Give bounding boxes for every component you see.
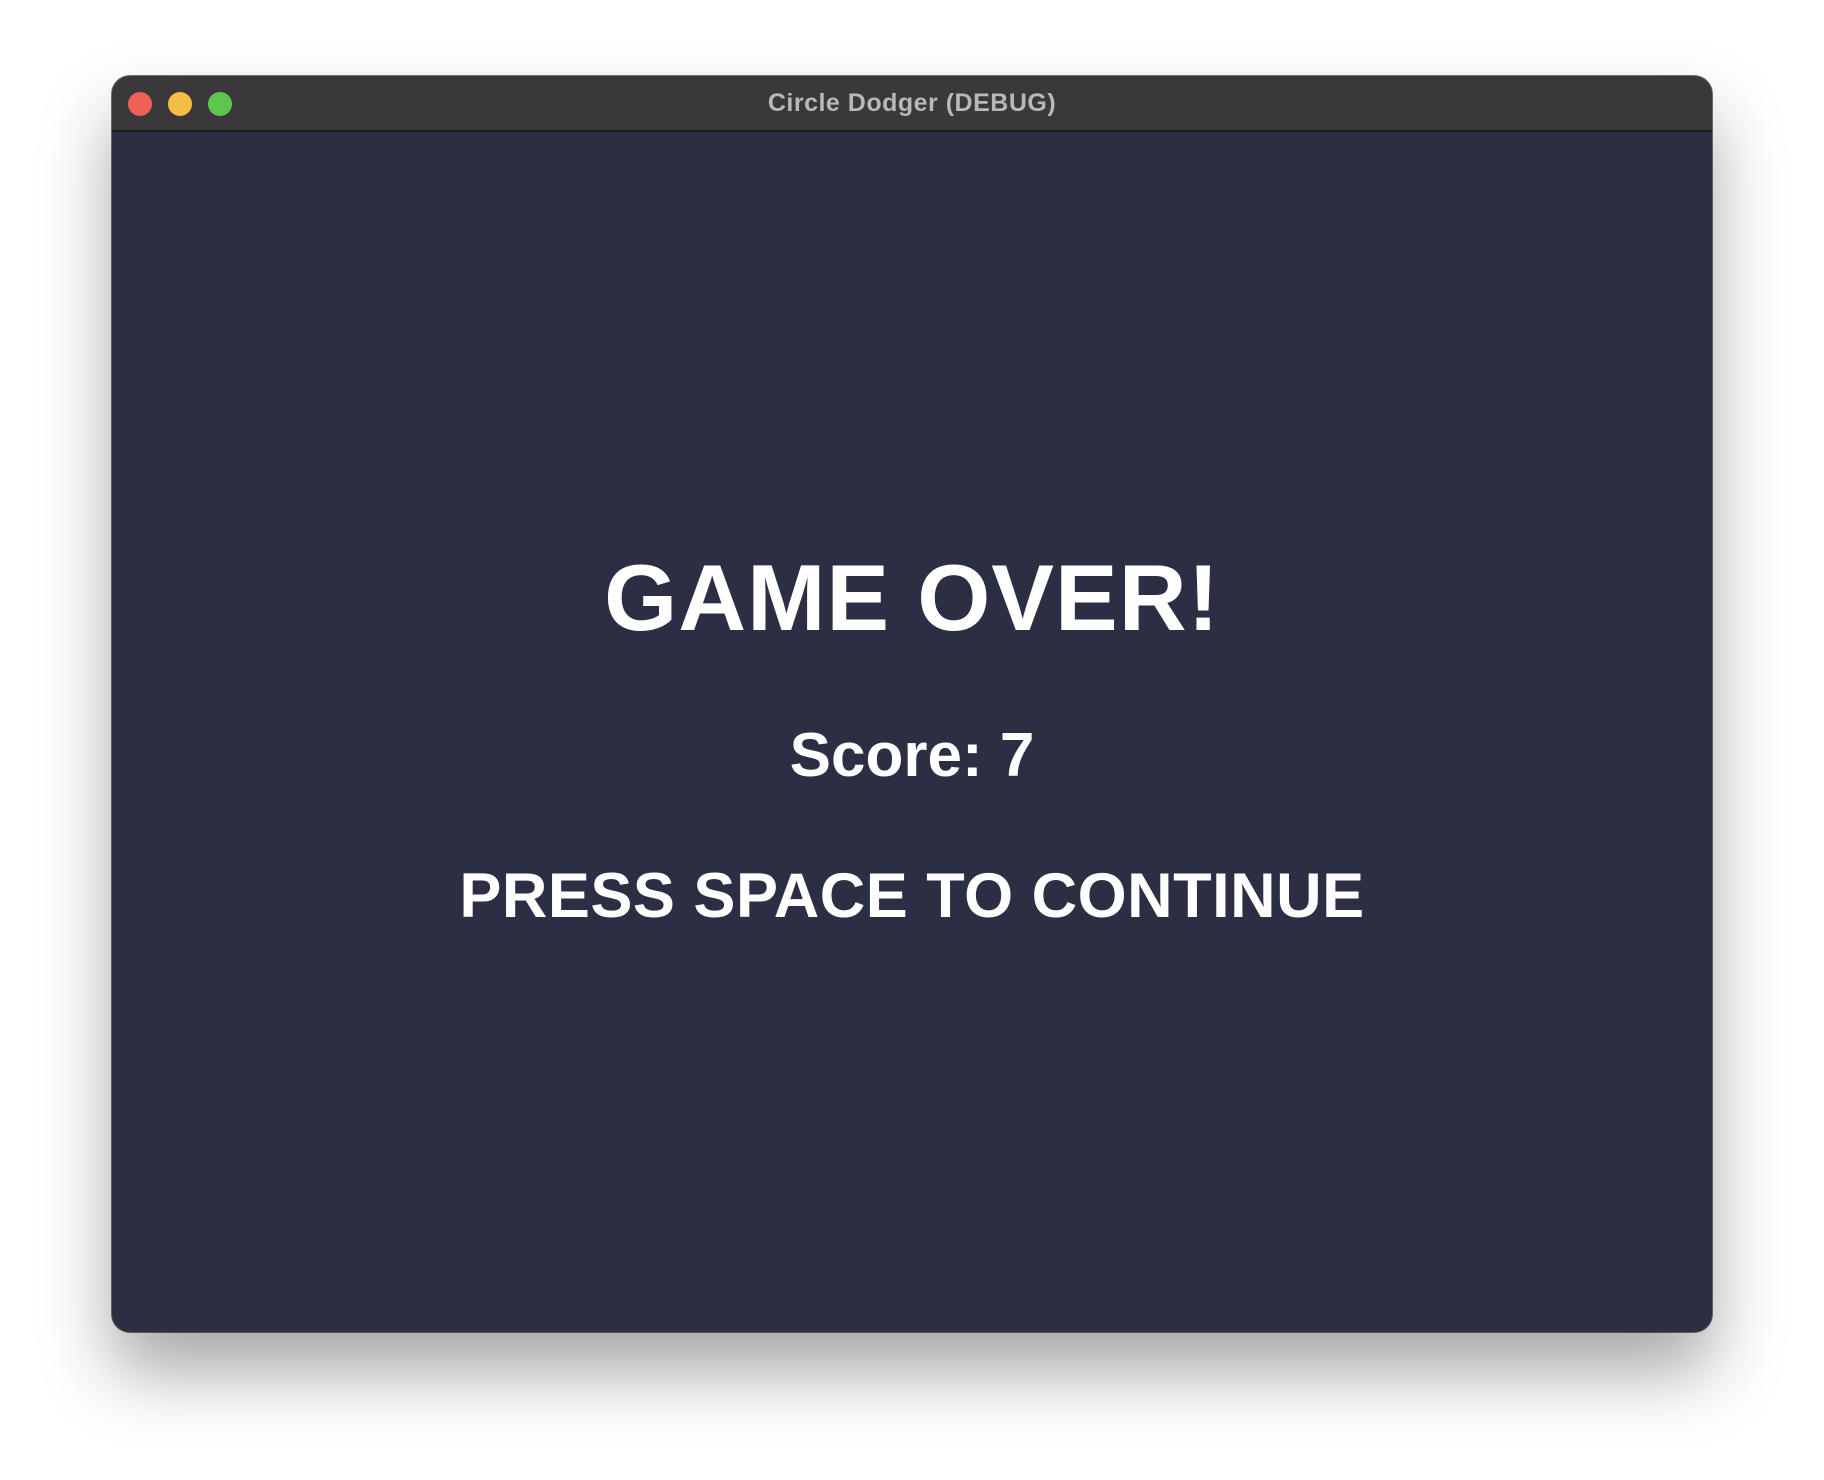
- title-bar[interactable]: Circle Dodger (DEBUG): [112, 76, 1712, 132]
- game-over-heading: GAME OVER!: [604, 545, 1220, 650]
- score-display: Score: 7: [789, 721, 1035, 790]
- window-title: Circle Dodger (DEBUG): [767, 89, 1057, 117]
- continue-prompt: PRESS SPACE TO CONTINUE: [459, 861, 1365, 931]
- app-window: Circle Dodger (DEBUG) GAME OVER! Score: …: [112, 76, 1712, 1332]
- game-canvas[interactable]: GAME OVER! Score: 7 PRESS SPACE TO CONTI…: [112, 132, 1712, 1332]
